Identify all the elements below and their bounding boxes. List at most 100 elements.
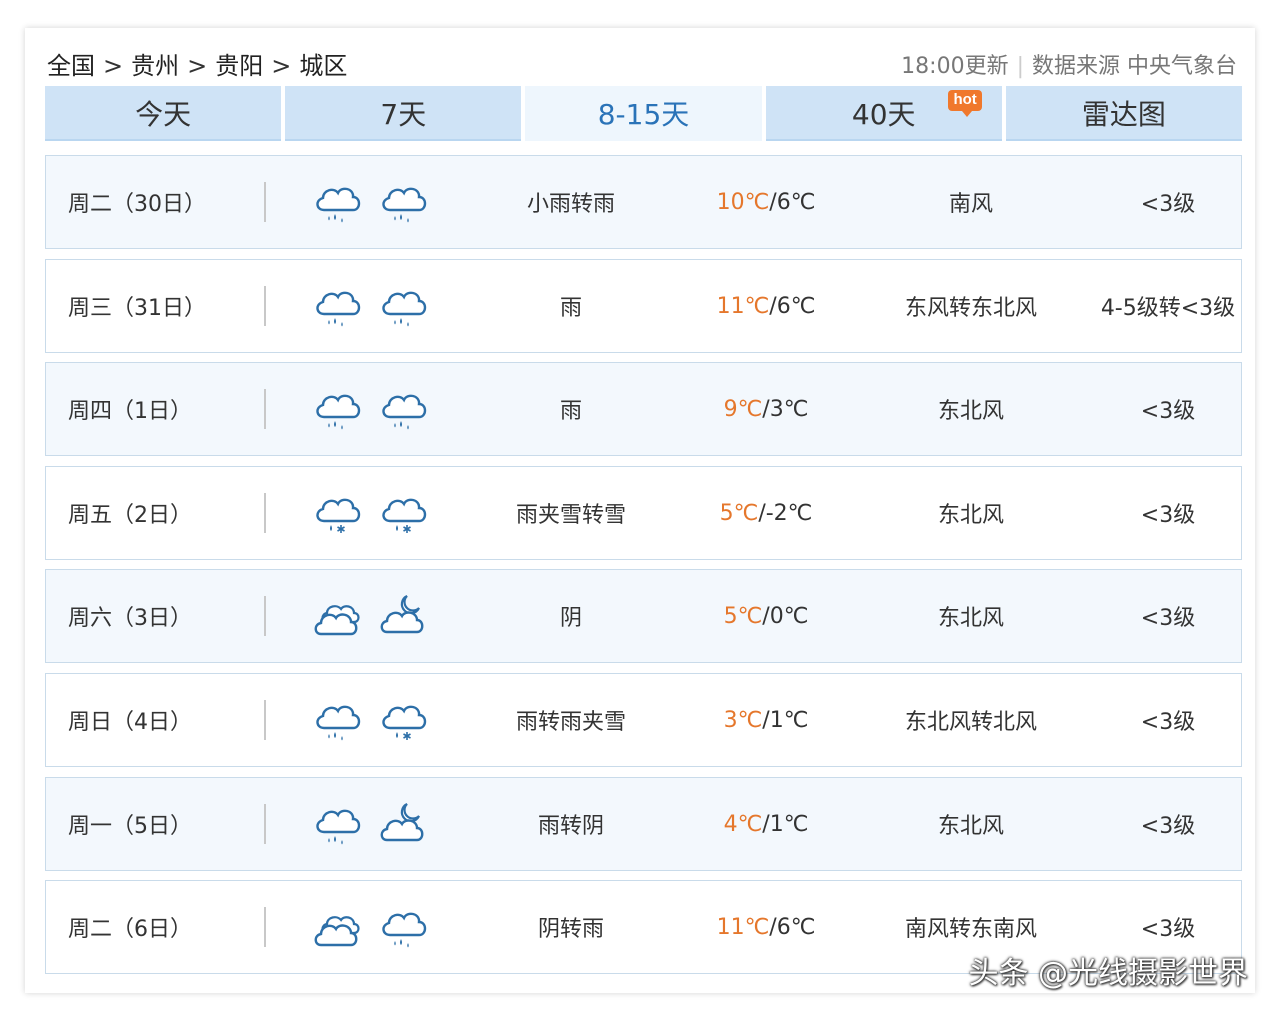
forecast-tabs: 今天 7天 8-15天 40天 hot 雷达图 [45,86,1243,141]
breadcrumb-separator: > [271,52,292,80]
high-temp: 5℃ [723,603,763,629]
high-temp: 11℃ [716,914,770,940]
weather-description: 雨 [559,399,582,424]
wind-level: 4-5级转<3级 [1100,296,1236,321]
breadcrumb: 全国 > 贵州 > 贵阳 > 城区 [47,46,347,81]
low-temp: /1℃ [762,707,809,733]
weather-icons [311,467,429,559]
day-date: 周三（31日） [68,296,206,321]
row-divider [264,700,266,740]
day-date: 周日（4日） [68,710,192,735]
forecast-row: 周五（2日） 雨夹雪转雪 5℃/-2℃ 东北风 <3级 [45,466,1242,560]
forecast-row: 周二（30日） 小雨转雨 10℃/6℃ 南风 <3级 [45,155,1242,249]
high-temp: 5℃ [719,500,759,526]
temperature: 5℃/-2℃ [686,467,846,559]
low-temp: /6℃ [769,914,816,940]
day-date: 周五（2日） [68,503,192,528]
cloud-rain-icon [311,696,363,744]
tab-radar[interactable]: 雷达图 [1005,86,1243,141]
weather-description: 阴 [559,606,582,631]
row-divider [264,907,266,947]
day-date: 周二（30日） [68,192,206,217]
weather-description: 小雨转雨 [526,192,615,217]
forecast-row: 周六（3日） 阴 5℃/0℃ 东北风 <3级 [45,569,1242,663]
wind-direction: 东北风 [937,399,1004,424]
breadcrumb-separator: > [103,52,124,80]
weather-icons [311,881,429,973]
wind-level: <3级 [1140,606,1196,631]
breadcrumb-item-province[interactable]: 贵州 [131,52,179,80]
wind-direction: 东北风 [937,503,1004,528]
weather-icons [311,363,429,455]
wind-direction: 东北风转北风 [904,710,1037,735]
high-temp: 3℃ [723,707,763,733]
cloud-rain-icon [377,903,429,951]
temperature: 3℃/1℃ [686,674,846,766]
tab-40-days[interactable]: 40天 hot [765,86,1002,141]
tab-8-15-days[interactable]: 8-15天 [525,86,762,141]
tab-label: 40天 [851,97,916,131]
forecast-row: 周一（5日） 雨转阴 4℃/1℃ 东北风 <3级 [45,777,1242,871]
cloud-sleet-icon [311,489,363,537]
weather-description: 阴转雨 [537,917,604,942]
forecast-row: 周日（4日） 雨转雨夹雪 3℃/1℃ 东北风转北风 <3级 [45,673,1242,767]
high-temp: 11℃ [716,293,770,319]
wind-direction: 东风转东北风 [904,296,1037,321]
cloud-rain-icon [311,282,363,330]
low-temp: /0℃ [762,603,809,629]
watermark: 头条 @光线摄影世界 [968,956,1248,991]
temperature: 11℃/6℃ [686,881,846,973]
wind-direction: 东北风 [937,814,1004,839]
breadcrumb-item-country[interactable]: 全国 [47,52,95,80]
cloud-rain-icon [311,385,363,433]
day-date: 周二（6日） [68,917,192,942]
low-temp: /6℃ [769,293,816,319]
day-date: 周四（1日） [68,399,192,424]
cloudy-night-icon [377,592,429,640]
weather-description: 雨 [559,296,582,321]
overcast-icon [311,592,363,640]
breadcrumb-item-city[interactable]: 贵阳 [215,52,263,80]
weather-icons [311,570,429,662]
temperature: 11℃/6℃ [686,260,846,352]
row-divider [264,286,266,326]
day-date: 周六（3日） [68,606,192,631]
breadcrumb-item-district: 城区 [299,52,348,80]
wind-level: <3级 [1140,710,1196,735]
row-divider [264,389,266,429]
low-temp: /6℃ [769,189,816,215]
row-divider [264,182,266,222]
cloud-rain-icon [311,178,363,226]
wind-level: <3级 [1140,399,1196,424]
overcast-icon [311,903,363,951]
temperature: 5℃/0℃ [686,570,846,662]
temperature: 10℃/6℃ [686,156,846,248]
low-temp: /1℃ [762,811,809,837]
tab-label: 今天 [135,97,192,131]
high-temp: 10℃ [716,189,770,215]
cloud-sleet-icon [377,696,429,744]
temperature: 9℃/3℃ [686,363,846,455]
tab-today[interactable]: 今天 [45,86,282,141]
weather-description: 雨转阴 [537,814,604,839]
cloud-rain-icon [377,178,429,226]
forecast-row: 周三（31日） 雨 11℃/6℃ 东风转东北风 4-5级转<3级 [45,259,1242,353]
cloud-rain-icon [377,282,429,330]
row-divider [264,596,266,636]
update-time: 18:00更新 [901,54,1009,79]
breadcrumb-separator: > [187,52,208,80]
wind-level: <3级 [1140,503,1196,528]
cloudy-night-icon [377,800,429,848]
row-divider [264,804,266,844]
tab-7-days[interactable]: 7天 [285,86,522,141]
weather-icons [311,260,429,352]
cloud-rain-icon [311,800,363,848]
day-date: 周一（5日） [68,814,192,839]
wind-direction: 东北风 [937,606,1004,631]
wind-level: <3级 [1140,814,1196,839]
tab-label: 7天 [380,97,427,131]
forecast-row: 周四（1日） 雨 9℃/3℃ 东北风 <3级 [45,362,1242,456]
top-bar: 全国 > 贵州 > 贵阳 > 城区 18:00更新 | 数据来源 中央气象台 [47,44,1237,80]
high-temp: 4℃ [723,811,763,837]
row-divider [264,493,266,533]
